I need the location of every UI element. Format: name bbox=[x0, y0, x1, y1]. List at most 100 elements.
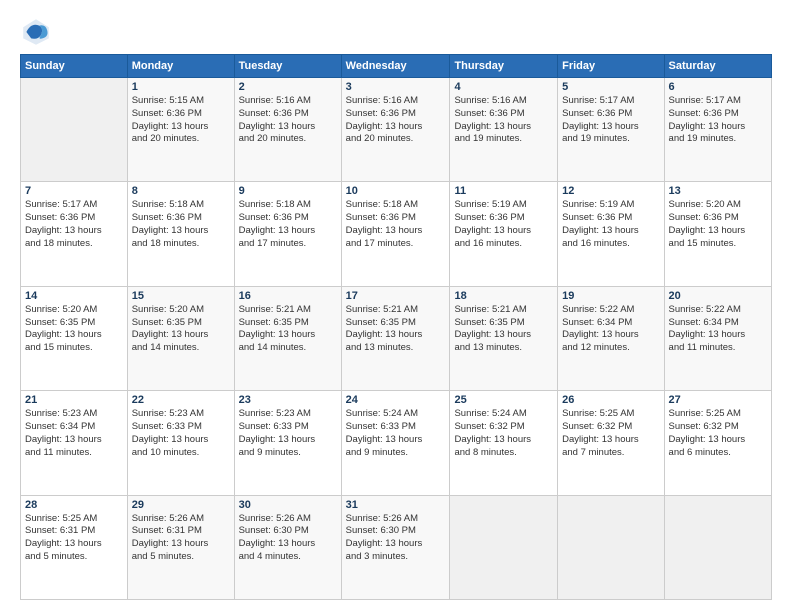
calendar-cell: 11Sunrise: 5:19 AM Sunset: 6:36 PM Dayli… bbox=[450, 182, 558, 286]
calendar-header-row: SundayMondayTuesdayWednesdayThursdayFrid… bbox=[21, 55, 772, 78]
calendar-cell bbox=[558, 495, 664, 599]
calendar-cell: 25 Sunrise: 5:24 AM Sunset: 6:32 PM Dayli… bbox=[450, 391, 558, 495]
day-number: 28 bbox=[25, 499, 123, 511]
day-number: 21 bbox=[25, 394, 123, 406]
day-info: Sunrise: 5:23 AM Sunset: 6:33 PM Dayligh… bbox=[132, 408, 230, 459]
day-info: Sunrise: 5:21 AM Sunset: 6:35 PM Dayligh… bbox=[239, 304, 337, 355]
day-number: 24 bbox=[346, 394, 446, 406]
day-number: 13 bbox=[669, 185, 767, 197]
day-info: Sunrise: 5:16 AM Sunset: 6:36 PM Dayligh… bbox=[454, 95, 553, 146]
day-header-monday: Monday bbox=[127, 55, 234, 78]
calendar-cell bbox=[450, 495, 558, 599]
calendar-table: SundayMondayTuesdayWednesdayThursdayFrid… bbox=[20, 54, 772, 600]
day-info: Sunrise: 5:20 AM Sunset: 6:35 PM Dayligh… bbox=[132, 304, 230, 355]
calendar-week-1: 1Sunrise: 5:15 AM Sunset: 6:36 PM Daylig… bbox=[21, 78, 772, 182]
day-number: 22 bbox=[132, 394, 230, 406]
day-header-thursday: Thursday bbox=[450, 55, 558, 78]
day-header-wednesday: Wednesday bbox=[341, 55, 450, 78]
day-number: 25 bbox=[454, 394, 553, 406]
calendar-cell: 30 Sunrise: 5:26 AM Sunset: 6:30 PM Dayli… bbox=[234, 495, 341, 599]
day-number: 19 bbox=[562, 290, 659, 302]
calendar-cell: 14Sunrise: 5:20 AM Sunset: 6:35 PM Dayli… bbox=[21, 286, 128, 390]
day-info: Sunrise: 5:26 AM Sunset: 6:31 PM Dayligh… bbox=[132, 513, 230, 564]
calendar-cell: 5 Sunrise: 5:17 AM Sunset: 6:36 PM Daylig… bbox=[558, 78, 664, 182]
calendar-cell: 24 Sunrise: 5:24 AM Sunset: 6:33 PM Dayli… bbox=[341, 391, 450, 495]
calendar-cell: 21 Sunrise: 5:23 AM Sunset: 6:34 PM Dayli… bbox=[21, 391, 128, 495]
calendar-cell: 16 Sunrise: 5:21 AM Sunset: 6:35 PM Dayli… bbox=[234, 286, 341, 390]
day-info: Sunrise: 5:18 AM Sunset: 6:36 PM Dayligh… bbox=[346, 199, 446, 250]
day-info: Sunrise: 5:17 AM Sunset: 6:36 PM Dayligh… bbox=[669, 95, 767, 146]
day-info: Sunrise: 5:22 AM Sunset: 6:34 PM Dayligh… bbox=[669, 304, 767, 355]
calendar-cell: 20 Sunrise: 5:22 AM Sunset: 6:34 PM Dayli… bbox=[664, 286, 771, 390]
day-number: 4 bbox=[454, 81, 553, 93]
day-number: 30 bbox=[239, 499, 337, 511]
day-header-sunday: Sunday bbox=[21, 55, 128, 78]
day-number: 3 bbox=[346, 81, 446, 93]
day-info: Sunrise: 5:21 AM Sunset: 6:35 PM Dayligh… bbox=[454, 304, 553, 355]
day-number: 17 bbox=[346, 290, 446, 302]
calendar-cell bbox=[21, 78, 128, 182]
calendar-cell: 2 Sunrise: 5:16 AM Sunset: 6:36 PM Daylig… bbox=[234, 78, 341, 182]
calendar-week-2: 7 Sunrise: 5:17 AM Sunset: 6:36 PM Daylig… bbox=[21, 182, 772, 286]
day-info: Sunrise: 5:25 AM Sunset: 6:31 PM Dayligh… bbox=[25, 513, 123, 564]
day-number: 7 bbox=[25, 185, 123, 197]
day-info: Sunrise: 5:22 AM Sunset: 6:34 PM Dayligh… bbox=[562, 304, 659, 355]
day-number: 16 bbox=[239, 290, 337, 302]
day-info: Sunrise: 5:18 AM Sunset: 6:36 PM Dayligh… bbox=[239, 199, 337, 250]
day-header-saturday: Saturday bbox=[664, 55, 771, 78]
day-info: Sunrise: 5:26 AM Sunset: 6:30 PM Dayligh… bbox=[346, 513, 446, 564]
calendar-cell: 4 Sunrise: 5:16 AM Sunset: 6:36 PM Daylig… bbox=[450, 78, 558, 182]
day-info: Sunrise: 5:25 AM Sunset: 6:32 PM Dayligh… bbox=[562, 408, 659, 459]
calendar-week-3: 14Sunrise: 5:20 AM Sunset: 6:35 PM Dayli… bbox=[21, 286, 772, 390]
calendar-cell: 9Sunrise: 5:18 AM Sunset: 6:36 PM Daylig… bbox=[234, 182, 341, 286]
day-number: 5 bbox=[562, 81, 659, 93]
day-info: Sunrise: 5:19 AM Sunset: 6:36 PM Dayligh… bbox=[562, 199, 659, 250]
day-info: Sunrise: 5:16 AM Sunset: 6:36 PM Dayligh… bbox=[239, 95, 337, 146]
day-number: 20 bbox=[669, 290, 767, 302]
day-number: 15 bbox=[132, 290, 230, 302]
day-number: 8 bbox=[132, 185, 230, 197]
calendar-cell: 31 Sunrise: 5:26 AM Sunset: 6:30 PM Dayli… bbox=[341, 495, 450, 599]
calendar-cell: 23 Sunrise: 5:23 AM Sunset: 6:33 PM Dayli… bbox=[234, 391, 341, 495]
calendar-cell: 6Sunrise: 5:17 AM Sunset: 6:36 PM Daylig… bbox=[664, 78, 771, 182]
calendar-cell: 19 Sunrise: 5:22 AM Sunset: 6:34 PM Dayli… bbox=[558, 286, 664, 390]
calendar-cell: 17 Sunrise: 5:21 AM Sunset: 6:35 PM Dayli… bbox=[341, 286, 450, 390]
day-number: 27 bbox=[669, 394, 767, 406]
logo bbox=[20, 16, 56, 48]
header bbox=[20, 16, 772, 48]
day-info: Sunrise: 5:24 AM Sunset: 6:33 PM Dayligh… bbox=[346, 408, 446, 459]
day-number: 18 bbox=[454, 290, 553, 302]
day-info: Sunrise: 5:26 AM Sunset: 6:30 PM Dayligh… bbox=[239, 513, 337, 564]
day-number: 2 bbox=[239, 81, 337, 93]
calendar-cell: 28 Sunrise: 5:25 AM Sunset: 6:31 PM Dayli… bbox=[21, 495, 128, 599]
day-number: 26 bbox=[562, 394, 659, 406]
calendar-cell: 1Sunrise: 5:15 AM Sunset: 6:36 PM Daylig… bbox=[127, 78, 234, 182]
calendar-cell bbox=[664, 495, 771, 599]
calendar-cell: 12Sunrise: 5:19 AM Sunset: 6:36 PM Dayli… bbox=[558, 182, 664, 286]
calendar-cell: 3 Sunrise: 5:16 AM Sunset: 6:36 PM Daylig… bbox=[341, 78, 450, 182]
calendar-cell: 13Sunrise: 5:20 AM Sunset: 6:36 PM Dayli… bbox=[664, 182, 771, 286]
logo-icon bbox=[20, 16, 52, 48]
day-info: Sunrise: 5:16 AM Sunset: 6:36 PM Dayligh… bbox=[346, 95, 446, 146]
day-info: Sunrise: 5:19 AM Sunset: 6:36 PM Dayligh… bbox=[454, 199, 553, 250]
calendar-cell: 22 Sunrise: 5:23 AM Sunset: 6:33 PM Dayli… bbox=[127, 391, 234, 495]
day-info: Sunrise: 5:20 AM Sunset: 6:35 PM Dayligh… bbox=[25, 304, 123, 355]
calendar-week-4: 21 Sunrise: 5:23 AM Sunset: 6:34 PM Dayli… bbox=[21, 391, 772, 495]
day-info: Sunrise: 5:18 AM Sunset: 6:36 PM Dayligh… bbox=[132, 199, 230, 250]
day-info: Sunrise: 5:23 AM Sunset: 6:34 PM Dayligh… bbox=[25, 408, 123, 459]
calendar-cell: 8 Sunrise: 5:18 AM Sunset: 6:36 PM Daylig… bbox=[127, 182, 234, 286]
day-info: Sunrise: 5:23 AM Sunset: 6:33 PM Dayligh… bbox=[239, 408, 337, 459]
calendar-cell: 7 Sunrise: 5:17 AM Sunset: 6:36 PM Daylig… bbox=[21, 182, 128, 286]
day-info: Sunrise: 5:24 AM Sunset: 6:32 PM Dayligh… bbox=[454, 408, 553, 459]
day-header-friday: Friday bbox=[558, 55, 664, 78]
day-info: Sunrise: 5:21 AM Sunset: 6:35 PM Dayligh… bbox=[346, 304, 446, 355]
day-info: Sunrise: 5:17 AM Sunset: 6:36 PM Dayligh… bbox=[562, 95, 659, 146]
calendar-cell: 15 Sunrise: 5:20 AM Sunset: 6:35 PM Dayli… bbox=[127, 286, 234, 390]
calendar-cell: 10Sunrise: 5:18 AM Sunset: 6:36 PM Dayli… bbox=[341, 182, 450, 286]
day-number: 31 bbox=[346, 499, 446, 511]
day-number: 23 bbox=[239, 394, 337, 406]
calendar-cell: 18 Sunrise: 5:21 AM Sunset: 6:35 PM Dayli… bbox=[450, 286, 558, 390]
calendar-week-5: 28 Sunrise: 5:25 AM Sunset: 6:31 PM Dayli… bbox=[21, 495, 772, 599]
day-info: Sunrise: 5:17 AM Sunset: 6:36 PM Dayligh… bbox=[25, 199, 123, 250]
page: SundayMondayTuesdayWednesdayThursdayFrid… bbox=[0, 0, 792, 612]
